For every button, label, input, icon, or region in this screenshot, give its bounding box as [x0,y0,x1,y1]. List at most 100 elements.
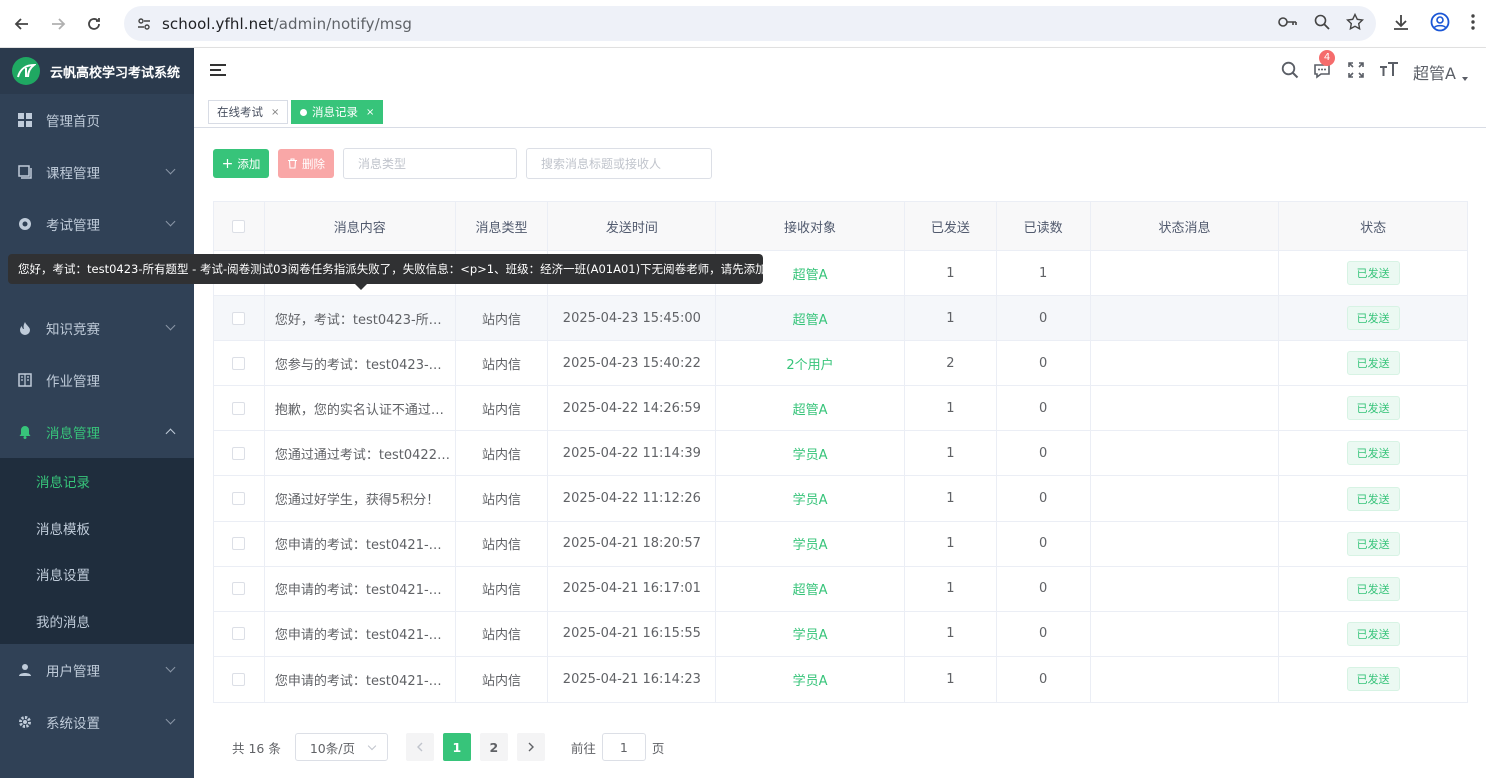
row-checkbox[interactable] [232,401,246,415]
cell-sent: 2 [905,341,997,386]
table-header-row: 消息内容 消息类型 发送时间 接收对象 已发送 已读数 状态消息 状态 [214,202,1467,251]
tab-online-exam[interactable]: 在线考试 × [208,100,289,124]
sidebar-item-users[interactable]: 用户管理 [0,644,194,696]
table-row[interactable]: 您申请的考试：test0421-… 站内信 2025-04-21 16:14:23 学… [214,656,1467,702]
cell-content[interactable]: 抱歉，您的实名认证不通过… [265,386,456,431]
cell-receiver[interactable]: 学员A [716,521,905,566]
forward-icon[interactable] [40,6,76,42]
table-row[interactable]: 您通过好学生，获得5积分！ 站内信 2025-04-22 11:12:26 学员A 1 0… [214,476,1467,522]
page-size-select[interactable]: 10条/页 [294,733,388,761]
back-icon[interactable] [4,6,40,42]
message-submenu: 消息记录 消息模板 消息设置 我的消息 [0,458,194,644]
app-logo[interactable]: 云帆高校学习考试系统 [0,48,194,94]
zoom-icon[interactable] [1314,14,1330,34]
column-header: 消息内容 [265,202,456,250]
submenu-item-message-templates[interactable]: 消息模板 [0,505,194,552]
table-row[interactable]: 抱歉，您的实名认证不通过… 站内信 2025-04-22 14:26:59 超管A 1 0… [214,386,1467,432]
site-info-icon[interactable] [136,16,152,32]
table-row[interactable]: 您申请的考试：test0421-… 站内信 2025-04-21 16:17:01 超… [214,566,1467,612]
download-icon[interactable] [1392,13,1410,35]
submenu-item-my-messages[interactable]: 我的消息 [0,598,194,645]
cell-status: 已发送 [1279,386,1467,430]
font-size-icon[interactable] [1379,61,1399,83]
row-checkbox[interactable] [232,311,246,325]
cell-content[interactable]: 您好，考试：test0423-所… [265,296,456,341]
cell-read: 0 [997,386,1091,431]
cell-content[interactable]: 您通过好学生，获得5积分！ [265,476,456,521]
sidebar-item-homework[interactable]: 作业管理 [0,354,194,406]
cell-time: 2025-04-23 15:40:22 [548,341,717,386]
chevron-right-icon [528,742,534,752]
row-checkbox[interactable] [232,582,246,596]
sidebar-item-course[interactable]: 课程管理 [0,146,194,198]
fullscreen-icon[interactable] [1347,61,1365,83]
hamburger-menu-icon[interactable] [210,64,226,78]
row-checkbox[interactable] [232,492,246,506]
row-checkbox[interactable] [232,672,246,686]
profile-icon[interactable] [1430,12,1450,36]
notification-button[interactable]: 4 [1313,50,1336,82]
table-row[interactable]: 您申请的考试：test0421-… 站内信 2025-04-21 16:15:55 学… [214,611,1467,657]
cell-receiver[interactable]: 超管A [716,566,905,611]
cell-sent: 1 [905,476,997,521]
cell-receiver[interactable]: 学员A [716,656,905,702]
sidebar-item-contest[interactable]: 知识竞赛 [0,302,194,354]
select-all-checkbox[interactable] [232,219,246,233]
tab-label: 消息记录 [312,105,358,119]
row-select-cell [214,521,265,566]
row-checkbox[interactable] [232,537,246,551]
submenu-item-message-settings[interactable]: 消息设置 [0,551,194,598]
more-menu-icon[interactable] [1470,13,1476,35]
search-icon[interactable] [1281,61,1299,83]
tab-message-records[interactable]: 消息记录 × [291,100,384,124]
password-key-icon[interactable] [1278,15,1298,33]
search-input[interactable]: 搜索消息标题或接收人 [526,148,712,179]
delete-button[interactable]: 删除 [278,149,334,178]
row-checkbox[interactable] [232,356,246,370]
exam-icon [18,217,32,231]
page-2-button[interactable]: 2 [479,733,508,761]
cell-content[interactable]: 您申请的考试：test0421-… [265,611,456,656]
cell-receiver[interactable]: 学员A [716,611,905,656]
next-page-button[interactable] [516,733,545,761]
cell-time: 2025-04-21 16:17:01 [548,566,717,611]
close-icon[interactable]: × [366,107,374,118]
cell-receiver[interactable]: 学员A [716,476,905,521]
cell-content[interactable]: 您申请的考试：test0421-… [265,521,456,566]
table-row[interactable]: 您申请的考试：test0421-… 站内信 2025-04-21 18:20:57 学… [214,521,1467,567]
close-icon[interactable]: × [271,107,279,118]
caret-down-icon[interactable] [1462,77,1468,81]
page-unit-label: 页 [651,740,665,756]
cell-content[interactable]: 您通过通过考试：test0422… [265,431,456,476]
cell-receiver[interactable]: 2个用户 [716,341,905,386]
sidebar-item-exam[interactable]: 考试管理 [0,198,194,250]
page-1-button[interactable]: 1 [442,733,471,761]
submenu-item-message-records[interactable]: 消息记录 [0,458,194,505]
cell-receiver[interactable]: 超管A [716,386,905,431]
row-checkbox[interactable] [232,627,246,641]
row-checkbox[interactable] [232,446,246,460]
chevron-down-icon [165,216,176,227]
address-bar[interactable]: school.yfhl.net/admin/notify/msg [124,6,1376,41]
table-row[interactable]: 您参与的考试：test0423-… 站内信 2025-04-23 15:40:22 2… [214,341,1467,387]
goto-page-input[interactable]: 1 [601,733,646,761]
message-type-select[interactable]: 消息类型 [343,148,517,179]
reload-icon[interactable] [76,6,112,42]
cell-read: 0 [997,521,1091,566]
cell-type: 站内信 [456,566,549,611]
table-row[interactable]: 您通过通过考试：test0422… 站内信 2025-04-22 11:14:39 学… [214,431,1467,477]
user-name[interactable]: 超管A [1413,60,1456,84]
sidebar-item-label: 考试管理 [46,218,100,234]
cell-receiver[interactable]: 超管A [716,296,905,341]
prev-page-button[interactable] [405,733,434,761]
sidebar-item-message[interactable]: 消息管理 [0,406,194,458]
sidebar-item-dashboard[interactable]: 管理首页 [0,94,194,146]
cell-content[interactable]: 您申请的考试：test0421-… [265,566,456,611]
cell-receiver[interactable]: 学员A [716,431,905,476]
cell-content[interactable]: 您申请的考试：test0421-… [265,656,456,702]
cell-content[interactable]: 您参与的考试：test0423-… [265,341,456,386]
sidebar-item-settings[interactable]: 系统设置 [0,696,194,748]
bookmark-star-icon[interactable] [1345,12,1365,35]
table-row[interactable]: 您好，考试：test0423-所… 站内信 2025-04-23 15:45:00 超… [214,296,1467,342]
add-button[interactable]: + 添加 [213,149,269,178]
